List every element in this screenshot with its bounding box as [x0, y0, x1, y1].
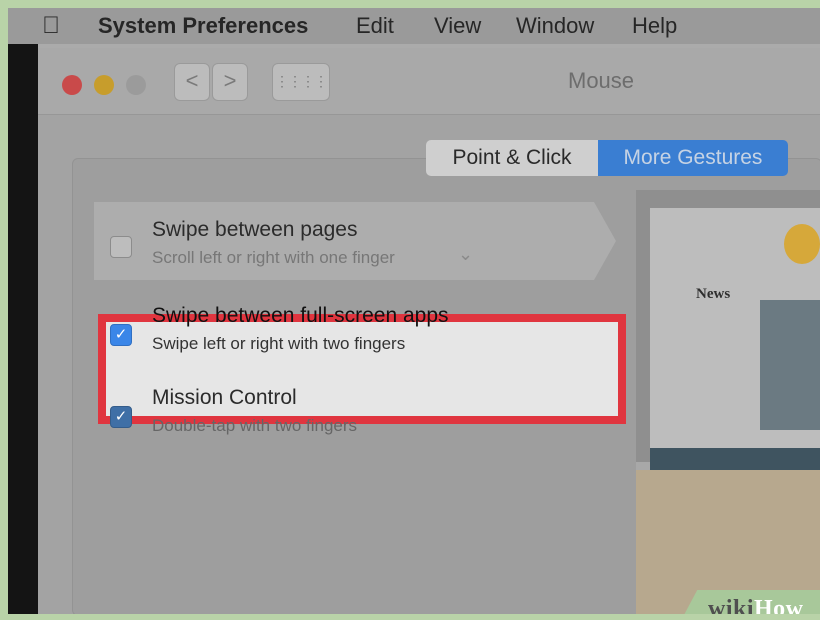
- option-subtitle: Swipe left or right with two fingers: [152, 334, 406, 353]
- tab-more-gestures[interactable]: More Gestures: [598, 140, 788, 176]
- gesture-preview-image: News: [636, 190, 820, 614]
- tab-point-and-click[interactable]: Point & Click: [426, 140, 598, 176]
- minimize-button[interactable]: [94, 75, 114, 95]
- option-title: Mission Control: [152, 386, 297, 409]
- watermark-how: How: [754, 596, 804, 614]
- title-bar: < > ⋮⋮⋮⋮ Mouse: [38, 48, 820, 115]
- checkbox-swipe-pages[interactable]: [110, 236, 132, 258]
- option-swipe-between-pages[interactable]: Swipe between pages Scroll left or right…: [98, 218, 568, 278]
- watermark-wiki: wiki: [708, 596, 755, 614]
- desktop-edge: [8, 8, 38, 614]
- checkbox-checked-icon[interactable]: ✓: [110, 324, 132, 346]
- option-title: Swipe between full-screen apps: [152, 304, 449, 327]
- show-all-grid-icon[interactable]: ⋮⋮⋮⋮: [272, 63, 330, 101]
- forward-button[interactable]: >: [212, 63, 248, 101]
- preview-photo: [760, 300, 820, 430]
- menu-app-name[interactable]: System Preferences: [98, 8, 308, 44]
- chevron-down-icon[interactable]: ⌄: [458, 244, 473, 265]
- preview-heading: News: [696, 286, 731, 302]
- menu-bar:  System Preferences Edit View Window He…: [8, 8, 820, 44]
- apple-icon[interactable]: : [42, 8, 60, 44]
- screenshot-frame:  System Preferences Edit View Window He…: [8, 8, 820, 614]
- menu-edit[interactable]: Edit: [356, 8, 394, 44]
- menu-help[interactable]: Help: [632, 8, 677, 44]
- zoom-button[interactable]: [126, 75, 146, 95]
- preview-dock: [650, 448, 820, 470]
- menu-window[interactable]: Window: [516, 8, 594, 44]
- preview-logo: [784, 224, 820, 264]
- option-swipe-between-full-screen-apps[interactable]: ✓ Swipe between full-screen apps Swipe l…: [98, 304, 568, 364]
- menu-view[interactable]: View: [434, 8, 481, 44]
- close-button[interactable]: [62, 75, 82, 95]
- option-subtitle: Double-tap with two fingers: [152, 416, 358, 435]
- window-title: Mouse: [568, 68, 635, 93]
- wikihow-watermark: wikiHow: [708, 596, 804, 614]
- option-mission-control[interactable]: ✓ Mission Control Double-tap with two fi…: [98, 386, 568, 446]
- option-subtitle: Scroll left or right with one finger: [152, 248, 395, 267]
- option-title: Swipe between pages: [152, 218, 358, 241]
- back-button[interactable]: <: [174, 63, 210, 101]
- row-pointer-arrow: [594, 202, 616, 280]
- checkbox-checked-icon[interactable]: ✓: [110, 406, 132, 428]
